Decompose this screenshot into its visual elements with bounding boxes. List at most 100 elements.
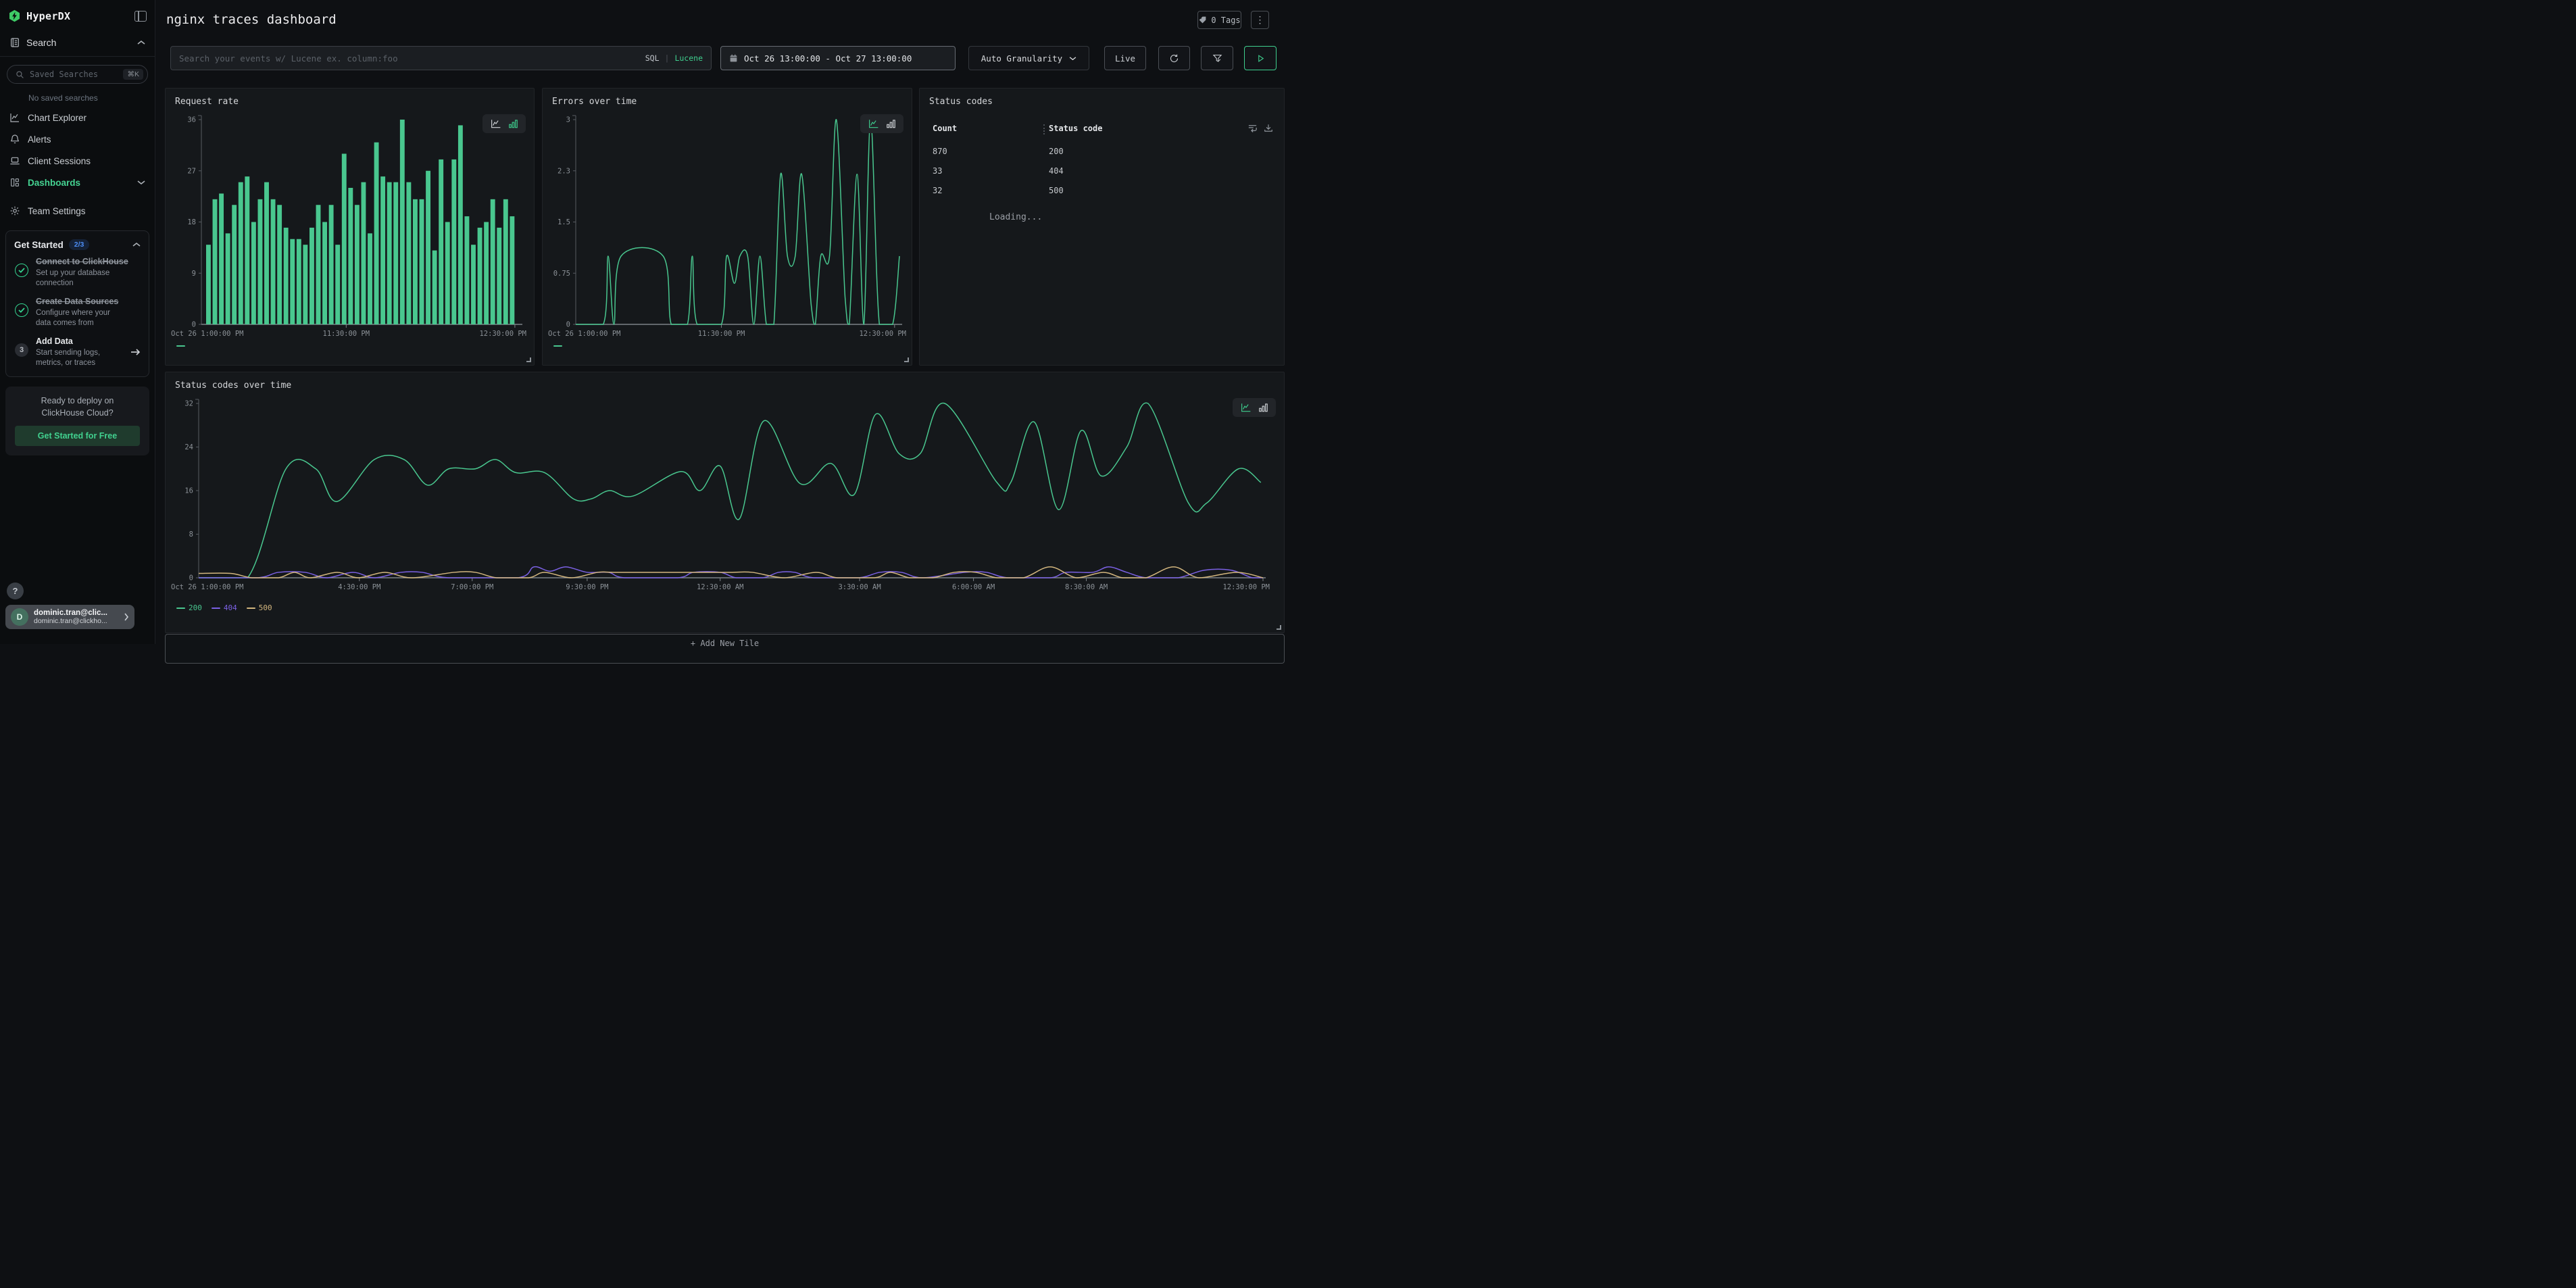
cell-count: 870: [933, 147, 947, 156]
legend-item-200[interactable]: 200: [176, 603, 202, 612]
column-header-count[interactable]: Count: [933, 124, 957, 133]
sidebar-item-label: Team Settings: [28, 206, 145, 216]
get-started-free-button[interactable]: Get Started for Free: [15, 426, 140, 446]
cell-count: 32: [933, 186, 942, 195]
sidebar-collapse-icon[interactable]: [134, 11, 147, 22]
chevron-up-icon[interactable]: [132, 242, 141, 247]
line-chart-toggle-icon[interactable]: [491, 119, 501, 128]
bar-chart-toggle-icon[interactable]: [886, 119, 896, 128]
sidebar-item-team-settings[interactable]: Team Settings: [0, 200, 155, 222]
no-saved-searches-text: No saved searches: [0, 84, 155, 107]
svg-text:6:00:00 AM: 6:00:00 AM: [952, 583, 995, 591]
legend-dash: [553, 345, 562, 347]
sql-language-toggle[interactable]: SQL: [645, 53, 660, 63]
user-name: dominic.tran@clic...: [34, 609, 118, 617]
legend-item-404[interactable]: 404: [212, 603, 237, 612]
line-chart-toggle-icon[interactable]: [1241, 403, 1252, 412]
dashboard-grid-icon: [9, 177, 20, 188]
sidebar-item-label: Alerts: [28, 134, 145, 145]
sidebar-item-dashboards[interactable]: Dashboards: [0, 172, 155, 193]
get-started-step-connect[interactable]: Connect to ClickHouse Set up your databa…: [14, 257, 141, 289]
legend-item-500[interactable]: 500: [247, 603, 272, 612]
hyperdx-logo-icon: [8, 9, 21, 22]
legend-dash: [247, 608, 255, 609]
tags-button[interactable]: 0 Tags: [1197, 11, 1241, 29]
add-new-tile-button[interactable]: + Add New Tile: [165, 634, 1285, 664]
time-range-picker[interactable]: Oct 26 13:00:00 - Oct 27 13:00:00: [720, 46, 956, 70]
cell-status-code: 404: [1049, 166, 1064, 176]
status-table-header: Count Status code: [920, 124, 1284, 141]
column-header-status-code[interactable]: Status code: [1049, 124, 1102, 133]
cloud-card-line2: ClickHouse Cloud?: [15, 407, 140, 419]
svg-text:32: 32: [184, 400, 193, 408]
laptop-icon: [9, 155, 20, 166]
chart-type-toggle: [482, 114, 526, 133]
check-circle-icon: [15, 264, 28, 277]
tag-icon: [1198, 16, 1207, 24]
step-description: Configure where your data comes from: [36, 308, 117, 328]
legend-label: 404: [224, 603, 237, 612]
user-menu[interactable]: D dominic.tran@clic... dominic.tran@clic…: [5, 605, 134, 629]
event-search-input[interactable]: [179, 53, 639, 64]
request-rate-chart[interactable]: 09182736Oct 26 1:00:00 PM11:30:00 PM12:3…: [166, 89, 535, 366]
sidebar-item-search[interactable]: Search: [0, 29, 155, 56]
sidebar-item-label: Client Sessions: [28, 156, 145, 166]
svg-text:3: 3: [566, 116, 570, 124]
legend-dash: [212, 608, 220, 609]
column-resize-handle[interactable]: [1043, 124, 1045, 134]
download-icon[interactable]: [1264, 124, 1273, 132]
tile-status-codes: Status codes Count Status code 870200334…: [919, 88, 1285, 366]
play-icon: [1256, 54, 1265, 63]
svg-text:8:30:00 AM: 8:30:00 AM: [1065, 583, 1108, 591]
sidebar-item-chart-explorer[interactable]: Chart Explorer: [0, 107, 155, 128]
granularity-select[interactable]: Auto Granularity: [968, 46, 1089, 70]
refresh-button[interactable]: [1158, 46, 1190, 70]
refresh-icon: [1169, 53, 1179, 64]
tile-title: Status codes: [929, 97, 993, 107]
main-content: nginx traces dashboard 0 Tags ⋮ SQL | Lu…: [155, 0, 1288, 644]
help-button[interactable]: ?: [7, 583, 24, 599]
page-title: nginx traces dashboard: [166, 12, 337, 27]
svg-text:9: 9: [192, 270, 196, 278]
run-query-button[interactable]: [1244, 46, 1277, 70]
get-started-card: Get Started 2/3 Connect to ClickHouse Se…: [5, 230, 149, 377]
svg-text:Oct 26 1:00:00 PM: Oct 26 1:00:00 PM: [548, 330, 620, 338]
calendar-icon: [729, 53, 738, 63]
tile-resize-handle[interactable]: [1277, 625, 1281, 630]
svg-text:11:30:00 PM: 11:30:00 PM: [323, 330, 370, 338]
sidebar: HyperDX Search ⌘K No saved searches Char…: [0, 0, 155, 644]
saved-searches-box[interactable]: ⌘K: [7, 65, 148, 84]
svg-text:7:00:00 PM: 7:00:00 PM: [451, 583, 493, 591]
bar-chart-toggle-icon[interactable]: [1258, 403, 1268, 412]
lucene-language-toggle[interactable]: Lucene: [674, 53, 703, 63]
chart-legend: [553, 345, 562, 347]
line-chart-toggle-icon[interactable]: [868, 119, 879, 128]
errors-chart[interactable]: 00.751.52.33Oct 26 1:00:00 PM11:30:00 PM…: [543, 89, 913, 366]
svg-text:12:30:00 PM: 12:30:00 PM: [479, 330, 526, 338]
get-started-step-sources[interactable]: Create Data Sources Configure where your…: [14, 297, 141, 328]
row-sort-icon[interactable]: [1247, 124, 1258, 132]
sidebar-item-client-sessions[interactable]: Client Sessions: [0, 150, 155, 172]
live-button[interactable]: Live: [1104, 46, 1146, 70]
step-description: Set up your database connection: [36, 268, 117, 289]
status-codes-over-time-chart[interactable]: 08162432Oct 26 1:00:00 PM4:30:00 PM7:00:…: [166, 372, 1285, 634]
tile-resize-handle[interactable]: [904, 357, 909, 362]
language-divider: |: [665, 53, 670, 63]
svg-text:0.75: 0.75: [553, 270, 570, 278]
svg-text:Oct 26 1:00:00 PM: Oct 26 1:00:00 PM: [171, 583, 243, 591]
legend-label: 200: [189, 603, 202, 612]
get-started-step-add-data[interactable]: 3 Add Data Start sending logs, metrics, …: [14, 337, 141, 368]
sidebar-divider: [0, 56, 155, 57]
brand-row: HyperDX: [0, 0, 155, 29]
cell-status-code: 200: [1049, 147, 1064, 156]
step-title: Add Data: [36, 337, 124, 346]
filter-button[interactable]: [1201, 46, 1233, 70]
bar-chart-toggle-icon[interactable]: [508, 119, 518, 128]
svg-text:0: 0: [189, 574, 193, 583]
saved-searches-input[interactable]: [30, 70, 118, 79]
tile-resize-handle[interactable]: [526, 357, 531, 362]
kebab-icon: ⋮: [1256, 15, 1265, 26]
sidebar-item-alerts[interactable]: Alerts: [0, 128, 155, 150]
dashboard-menu-button[interactable]: ⋮: [1251, 11, 1269, 29]
svg-text:18: 18: [187, 218, 196, 226]
